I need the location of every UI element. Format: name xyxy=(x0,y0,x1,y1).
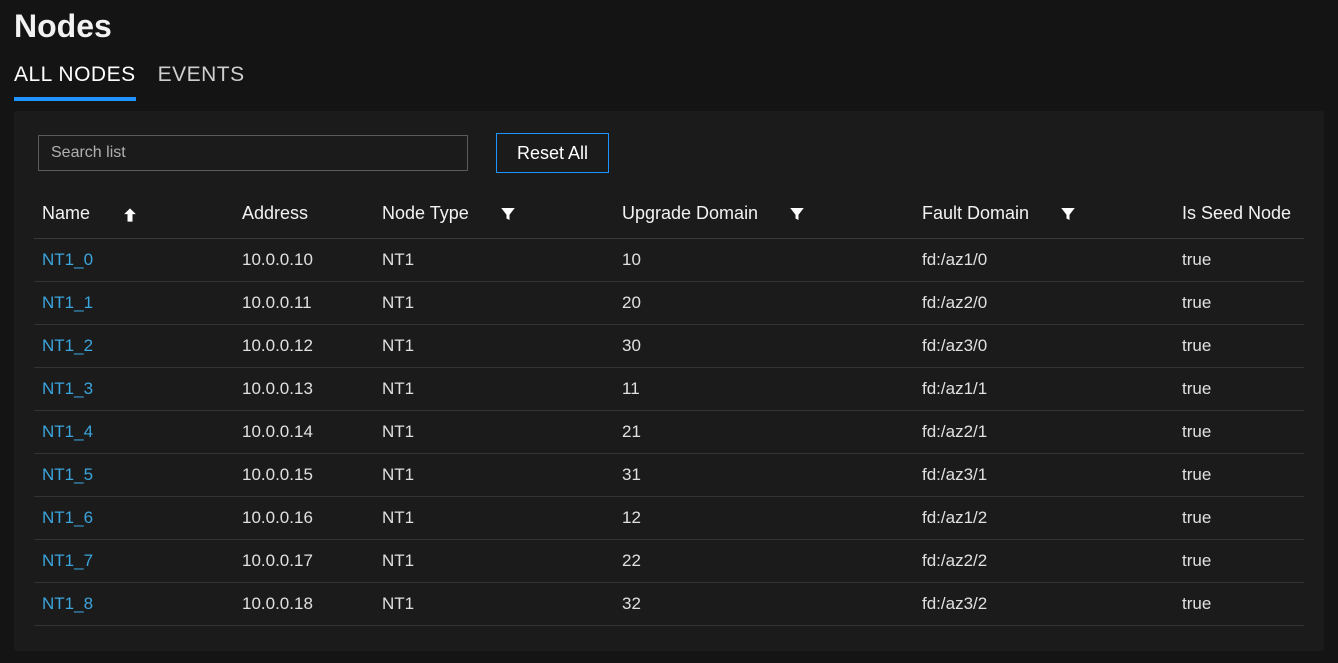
column-label-upgrade-domain: Upgrade Domain xyxy=(622,203,758,224)
toolbar: Reset All xyxy=(34,133,1304,173)
node-fault-domain: fd:/az3/0 xyxy=(914,325,1174,368)
column-label-is-seed-node: Is Seed Node xyxy=(1182,203,1291,223)
node-fault-domain: fd:/az1/2 xyxy=(914,497,1174,540)
reset-all-button[interactable]: Reset All xyxy=(496,133,609,173)
table-row: NT1_1 10.0.0.11NT120fd:/az2/0true xyxy=(34,282,1304,325)
node-name-link[interactable]: NT1_2 xyxy=(42,336,93,355)
node-name-link[interactable]: NT1_5 xyxy=(42,465,93,484)
tab-all-nodes[interactable]: ALL NODES xyxy=(14,59,136,101)
node-name-link[interactable]: NT1_3 xyxy=(42,379,93,398)
node-address: 10.0.0.11 xyxy=(234,282,374,325)
column-label-address: Address xyxy=(242,203,308,223)
node-name-link[interactable]: NT1_8 xyxy=(42,594,93,613)
node-upgrade-domain: 20 xyxy=(614,282,914,325)
node-is-seed: true xyxy=(1174,583,1304,626)
node-name-link[interactable]: NT1_4 xyxy=(42,422,93,441)
column-label-node-type: Node Type xyxy=(382,203,469,224)
node-type: NT1 xyxy=(374,583,614,626)
table-row: NT1_4 10.0.0.14NT121fd:/az2/1true xyxy=(34,411,1304,454)
nodes-table: Name Address Node Type xyxy=(34,195,1304,626)
node-upgrade-domain: 21 xyxy=(614,411,914,454)
node-name-link[interactable]: NT1_6 xyxy=(42,508,93,527)
table-row: NT1_6 10.0.0.16NT112fd:/az1/2true xyxy=(34,497,1304,540)
filter-icon[interactable] xyxy=(499,205,517,223)
table-row: NT1_3 10.0.0.13NT111fd:/az1/1true xyxy=(34,368,1304,411)
node-is-seed: true xyxy=(1174,282,1304,325)
node-upgrade-domain: 30 xyxy=(614,325,914,368)
node-type: NT1 xyxy=(374,497,614,540)
node-fault-domain: fd:/az3/2 xyxy=(914,583,1174,626)
table-row: NT1_5 10.0.0.15NT131fd:/az3/1true xyxy=(34,454,1304,497)
node-is-seed: true xyxy=(1174,540,1304,583)
node-address: 10.0.0.10 xyxy=(234,239,374,282)
node-address: 10.0.0.13 xyxy=(234,368,374,411)
table-row: NT1_0 10.0.0.10NT110fd:/az1/0true xyxy=(34,239,1304,282)
node-upgrade-domain: 11 xyxy=(614,368,914,411)
node-fault-domain: fd:/az3/1 xyxy=(914,454,1174,497)
node-name-link[interactable]: NT1_0 xyxy=(42,250,93,269)
column-label-fault-domain: Fault Domain xyxy=(922,203,1029,224)
page-title: Nodes xyxy=(0,0,1338,59)
column-header-node-type[interactable]: Node Type xyxy=(374,195,614,239)
node-address: 10.0.0.18 xyxy=(234,583,374,626)
sort-ascending-icon[interactable] xyxy=(120,205,138,223)
column-header-fault-domain[interactable]: Fault Domain xyxy=(914,195,1174,239)
node-type: NT1 xyxy=(374,282,614,325)
column-header-address[interactable]: Address xyxy=(234,195,374,239)
node-upgrade-domain: 12 xyxy=(614,497,914,540)
node-type: NT1 xyxy=(374,454,614,497)
node-address: 10.0.0.12 xyxy=(234,325,374,368)
node-name-link[interactable]: NT1_7 xyxy=(42,551,93,570)
node-fault-domain: fd:/az2/2 xyxy=(914,540,1174,583)
filter-icon[interactable] xyxy=(1059,205,1077,223)
node-upgrade-domain: 22 xyxy=(614,540,914,583)
node-fault-domain: fd:/az1/1 xyxy=(914,368,1174,411)
node-is-seed: true xyxy=(1174,368,1304,411)
node-type: NT1 xyxy=(374,368,614,411)
node-fault-domain: fd:/az1/0 xyxy=(914,239,1174,282)
column-header-is-seed-node[interactable]: Is Seed Node xyxy=(1174,195,1304,239)
panel: Reset All Name Address Node xyxy=(14,111,1324,651)
column-header-upgrade-domain[interactable]: Upgrade Domain xyxy=(614,195,914,239)
node-type: NT1 xyxy=(374,325,614,368)
table-row: NT1_8 10.0.0.18NT132fd:/az3/2true xyxy=(34,583,1304,626)
node-upgrade-domain: 32 xyxy=(614,583,914,626)
node-address: 10.0.0.15 xyxy=(234,454,374,497)
tabs: ALL NODES EVENTS xyxy=(0,59,1338,101)
node-type: NT1 xyxy=(374,540,614,583)
table-row: NT1_7 10.0.0.17NT122fd:/az2/2true xyxy=(34,540,1304,583)
node-upgrade-domain: 10 xyxy=(614,239,914,282)
node-fault-domain: fd:/az2/1 xyxy=(914,411,1174,454)
node-is-seed: true xyxy=(1174,325,1304,368)
column-header-name[interactable]: Name xyxy=(34,195,234,239)
node-type: NT1 xyxy=(374,239,614,282)
node-is-seed: true xyxy=(1174,497,1304,540)
node-is-seed: true xyxy=(1174,454,1304,497)
node-address: 10.0.0.14 xyxy=(234,411,374,454)
node-name-link[interactable]: NT1_1 xyxy=(42,293,93,312)
node-fault-domain: fd:/az2/0 xyxy=(914,282,1174,325)
node-address: 10.0.0.17 xyxy=(234,540,374,583)
node-is-seed: true xyxy=(1174,411,1304,454)
node-address: 10.0.0.16 xyxy=(234,497,374,540)
filter-icon[interactable] xyxy=(788,205,806,223)
node-type: NT1 xyxy=(374,411,614,454)
node-upgrade-domain: 31 xyxy=(614,454,914,497)
tab-events[interactable]: EVENTS xyxy=(158,59,245,101)
node-is-seed: true xyxy=(1174,239,1304,282)
table-row: NT1_2 10.0.0.12NT130fd:/az3/0true xyxy=(34,325,1304,368)
column-label-name: Name xyxy=(42,203,90,224)
search-input[interactable] xyxy=(38,135,468,171)
